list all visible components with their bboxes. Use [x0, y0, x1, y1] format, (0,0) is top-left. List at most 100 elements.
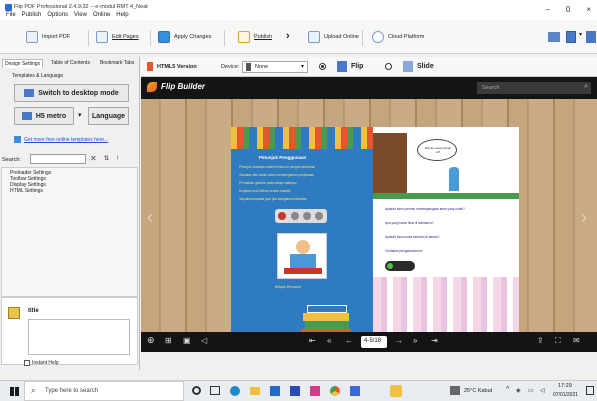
- student-illustration: [277, 233, 327, 279]
- first-page-icon[interactable]: ⇤: [309, 336, 316, 345]
- right-line-4: Ceritakan pengalamanmu!: [385, 249, 423, 253]
- template-select[interactable]: H5 metro: [14, 107, 74, 125]
- collapse-icon[interactable]: ↕: [116, 155, 119, 161]
- tray-network-icon[interactable]: ◈: [516, 387, 521, 394]
- search-label: Search:: [2, 157, 21, 163]
- minimize-button[interactable]: –: [545, 5, 549, 14]
- next-icon[interactable]: →: [395, 336, 403, 345]
- menu-publish[interactable]: Publish: [22, 12, 42, 18]
- settings-icon[interactable]: [586, 31, 596, 43]
- fullscreen-icon[interactable]: ⛶: [555, 336, 561, 346]
- taskbar-date[interactable]: 07/01/2021: [553, 392, 578, 398]
- email-icon[interactable]: ✉: [573, 336, 580, 345]
- viewer-search-box[interactable]: Search ⌕: [477, 82, 591, 94]
- search-input[interactable]: [30, 154, 86, 164]
- cortana-icon[interactable]: [192, 386, 201, 395]
- upload-online-label: Upload Online: [324, 34, 359, 40]
- edge-icon[interactable]: [230, 386, 240, 396]
- instant-help-checkbox[interactable]: [24, 360, 30, 366]
- thumbnails-icon[interactable]: ⊞: [165, 336, 172, 345]
- chrome-icon[interactable]: [330, 386, 340, 396]
- edit-pages-label: Edit Pages: [112, 34, 139, 40]
- flip-radio[interactable]: [319, 63, 326, 70]
- phone-icon: [246, 63, 251, 71]
- previous-icon[interactable]: ←: [345, 336, 353, 345]
- book-right-page[interactable]: Mau ke mana ya hari ini? Apakah kamu per…: [373, 127, 519, 341]
- fast-forward-icon[interactable]: »: [413, 336, 417, 345]
- file-explorer-icon[interactable]: [250, 387, 260, 395]
- audio-player[interactable]: [275, 209, 327, 223]
- tray-battery-icon[interactable]: ▭: [528, 387, 534, 394]
- tab-bookmark-tabs[interactable]: Bookmark Tabs: [98, 59, 136, 68]
- taskbar-time[interactable]: 17:29: [558, 383, 572, 389]
- volume-icon: [315, 212, 323, 220]
- tree-html[interactable]: HTML Settings: [10, 188, 43, 194]
- prev-page-arrow[interactable]: ‹: [147, 207, 153, 228]
- dropbox-icon[interactable]: [290, 386, 300, 396]
- help-textarea[interactable]: [28, 319, 130, 355]
- tab-table-of-contents[interactable]: Table of Contents: [49, 59, 92, 68]
- layout-icon[interactable]: [548, 32, 560, 42]
- close-button[interactable]: ×: [586, 5, 591, 14]
- grass-illustration: [373, 193, 519, 199]
- office-icon[interactable]: [310, 386, 320, 396]
- print-icon[interactable]: ▣: [183, 336, 191, 345]
- last-page-icon[interactable]: ⇥: [431, 336, 438, 345]
- share-icon[interactable]: ⇪: [537, 336, 544, 345]
- store-icon[interactable]: [270, 386, 280, 396]
- template-dropdown-icon[interactable]: ▾: [78, 111, 82, 119]
- page-indicator[interactable]: 4-5/18: [361, 336, 387, 348]
- notification-icon[interactable]: [586, 386, 594, 395]
- right-line-3: Apakah kamu suka bermain di taman?: [385, 235, 440, 239]
- right-line-1: Apakah kamu pernah membayangkan alam yan…: [385, 207, 465, 211]
- monitor-icon: [24, 89, 35, 97]
- girl-illustration: [449, 167, 459, 191]
- tray-volume-icon[interactable]: ◁: [540, 387, 545, 394]
- template-icon: [21, 112, 32, 120]
- language-button[interactable]: Language: [88, 107, 129, 125]
- switch-desktop-button[interactable]: Switch to desktop mode: [14, 84, 129, 102]
- left-line-1: Petunjuk: Bacalah materi berikut ini den…: [239, 165, 316, 169]
- import-pdf-button[interactable]: Import PDF: [26, 30, 70, 44]
- menu-options[interactable]: Options: [47, 12, 68, 18]
- zoom-icon[interactable]: ⊕: [147, 335, 155, 346]
- taskbar-search[interactable]: ⌕ Type here to search: [24, 381, 184, 401]
- menu-view[interactable]: View: [74, 12, 87, 18]
- dropdown-icon[interactable]: ▾: [579, 31, 582, 38]
- right-line-2: Apa yang kamu lihat di sekitarmu?: [385, 221, 434, 225]
- windows-start-icon[interactable]: [10, 387, 19, 396]
- template-link-icon: [14, 136, 21, 143]
- menu-file[interactable]: File: [6, 12, 16, 18]
- edit-pages-button[interactable]: Edit Pages: [96, 30, 139, 44]
- templates-language-tab[interactable]: Templates & Language: [12, 73, 63, 79]
- app-icon: [5, 4, 12, 11]
- clear-search-icon[interactable]: ✕: [90, 154, 97, 163]
- menu-help[interactable]: Help: [116, 12, 128, 18]
- task-view-icon[interactable]: [210, 386, 220, 395]
- expand-icon[interactable]: ⇅: [104, 155, 109, 162]
- tab-design-settings[interactable]: Design Settings: [2, 59, 44, 68]
- slide-radio[interactable]: [385, 63, 392, 70]
- apply-changes-button[interactable]: Apply Changes: [158, 30, 211, 44]
- app-icon-taskbar[interactable]: [350, 386, 360, 396]
- cloud-platform-button[interactable]: Cloud Platform: [372, 30, 424, 44]
- device-dropdown-icon: ▾: [300, 64, 304, 70]
- help-pen-icon: [8, 307, 20, 319]
- audio-widget[interactable]: [385, 261, 415, 271]
- tray-chevron-icon[interactable]: ^: [506, 386, 509, 393]
- maximize-button[interactable]: 0: [566, 5, 570, 14]
- device-select[interactable]: None ▾: [242, 61, 308, 73]
- publish-button[interactable]: Publish: [238, 30, 272, 44]
- viewer-header: Flip Builder Search ⌕: [141, 77, 597, 99]
- window-icon[interactable]: [566, 31, 576, 43]
- upload-online-button[interactable]: Upload Online: [308, 30, 359, 44]
- more-templates-link[interactable]: Get more free online templates here...: [24, 137, 108, 143]
- sound-icon[interactable]: ◁: [201, 336, 207, 345]
- flip-builder-logo-icon: [147, 82, 157, 92]
- flip-pdf-taskbar-icon[interactable]: [390, 385, 402, 397]
- next-page-arrow[interactable]: ›: [581, 207, 587, 228]
- rewind-icon[interactable]: «: [327, 336, 331, 345]
- menu-online[interactable]: Online: [93, 12, 110, 18]
- window-title: Flip PDF Professional 2.4.9.32 -- e-modu…: [14, 4, 148, 10]
- book-left-page[interactable]: Petunjuk Penggunaan Petunjuk: Bacalah ma…: [231, 127, 373, 341]
